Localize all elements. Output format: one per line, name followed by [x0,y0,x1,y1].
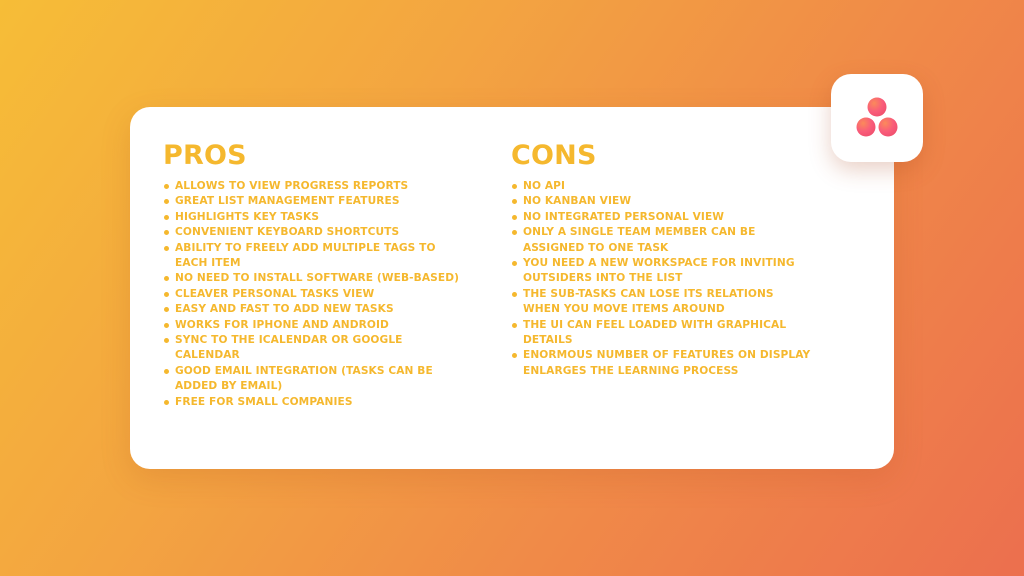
pros-item: HIGHLIGHTS KEY TASKS [163,210,463,225]
bullet-icon [512,214,517,220]
cons-title: CONS [511,140,597,171]
logo-dot-top [867,97,887,117]
pros-item: GREAT LIST MANAGEMENT FEATURES [163,194,463,209]
cons-item: ENORMOUS NUMBER OF FEATURES ON DISPLAY E… [511,348,811,379]
cons-item: NO API [511,179,811,194]
pros-item: GOOD EMAIL INTEGRATION (TASKS CAN BE ADD… [163,364,463,395]
pros-column: PROS ALLOWS TO VIEW PROGRESS REPORTS GRE… [163,141,463,410]
bullet-icon [164,399,169,405]
bullet-icon [512,353,517,359]
pros-item: ALLOWS TO VIEW PROGRESS REPORTS [163,179,463,194]
pros-item: SYNC TO THE ICALENDAR OR GOOGLE CALENDAR [163,333,463,364]
bullet-icon [164,322,169,328]
pros-item: ABILITY TO FREELY ADD MULTIPLE TAGS TO E… [163,241,463,272]
pros-item: EASY AND FAST TO ADD NEW TASKS [163,302,463,317]
pros-item: CLEAVER PERSONAL TASKS VIEW [163,287,463,302]
pros-cons-card: PROS ALLOWS TO VIEW PROGRESS REPORTS GRE… [130,107,894,469]
asana-logo-icon [856,97,898,137]
bullet-icon [512,322,517,328]
logo-dot-left [856,117,876,137]
pros-title: PROS [163,140,247,171]
cons-column: CONS NO API NO KANBAN VIEW NO INTEGRATED… [511,141,811,379]
pros-list: ALLOWS TO VIEW PROGRESS REPORTS GREAT LI… [163,179,463,410]
cons-item: NO INTEGRATED PERSONAL VIEW [511,210,811,225]
cons-list: NO API NO KANBAN VIEW NO INTEGRATED PERS… [511,179,811,379]
bullet-icon [164,291,169,297]
bullet-icon [164,276,169,282]
cons-item: ONLY A SINGLE TEAM MEMBER CAN BE ASSIGNE… [511,225,811,256]
cons-item: YOU NEED A NEW WORKSPACE FOR INVITING OU… [511,256,811,287]
bullet-icon [512,261,517,267]
bullet-icon [164,214,169,220]
pros-item: WORKS FOR IPHONE AND ANDROID [163,318,463,333]
bullet-icon [164,338,169,344]
pros-item: NO NEED TO INSTALL SOFTWARE (WEB-BASED) [163,271,463,286]
cons-item: THE UI CAN FEEL LOADED WITH GRAPHICAL DE… [511,318,811,349]
bullet-icon [164,199,169,205]
bullet-icon [512,230,517,236]
bullet-icon [164,368,169,374]
bullet-icon [164,230,169,236]
bullet-icon [512,291,517,297]
app-logo-tile [831,74,923,162]
cons-item: THE SUB-TASKS CAN LOSE ITS RELATIONS WHE… [511,287,811,318]
pros-item: CONVENIENT KEYBOARD SHORTCUTS [163,225,463,240]
cons-item: NO KANBAN VIEW [511,194,811,209]
bullet-icon [164,245,169,251]
bullet-icon [164,307,169,313]
bullet-icon [512,184,517,189]
logo-dot-right [878,117,898,137]
pros-item: FREE FOR SMALL COMPANIES [163,395,463,410]
bullet-icon [164,184,169,189]
bullet-icon [512,199,517,205]
